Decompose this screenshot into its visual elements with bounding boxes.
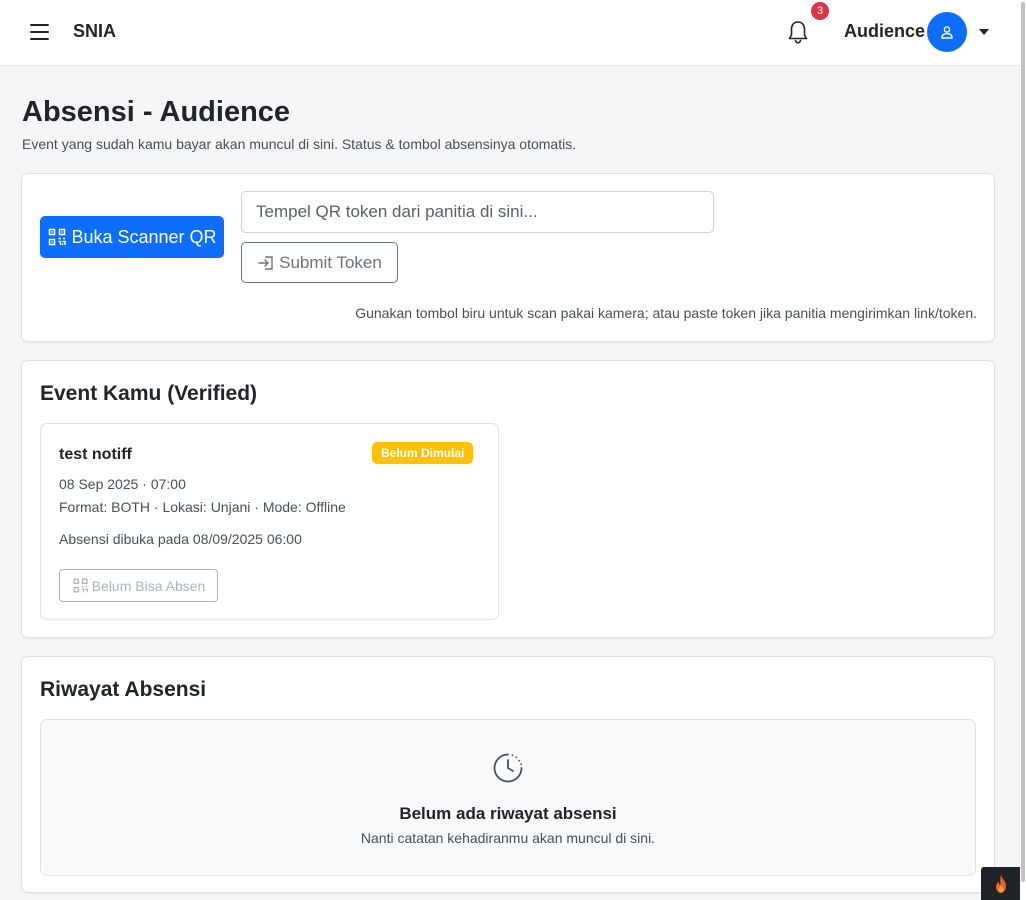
- clock-history-icon: [493, 753, 523, 783]
- submit-token-label: Submit Token: [279, 252, 382, 272]
- events-card: Event Kamu (Verified) test notiff Belum …: [21, 360, 995, 638]
- scanner-card: Buka Scanner QR Submit Token Gunakan tom…: [21, 173, 995, 342]
- empty-state-title: Belum ada riwayat absensi: [399, 804, 617, 823]
- login-icon: [258, 255, 273, 270]
- scrollbar[interactable]: [1020, 0, 1026, 900]
- scanner-hint: Gunakan tombol biru untuk scan pakai kam…: [355, 305, 977, 321]
- event-details: Format: BOTH · Lokasi: Unjani · Mode: Of…: [59, 499, 346, 515]
- submit-token-button[interactable]: Submit Token: [241, 242, 398, 283]
- flame-icon: [995, 874, 1006, 893]
- user-name[interactable]: Audience: [844, 21, 925, 42]
- notification-badge: 3: [811, 2, 829, 20]
- status-badge: Belum Dimulai: [372, 442, 474, 464]
- qr-scan-icon: [73, 578, 88, 593]
- open-scanner-label: Buka Scanner QR: [71, 226, 217, 247]
- history-card: Riwayat Absensi Belum ada riwayat absens…: [21, 656, 995, 893]
- event-opens-at: Absensi dibuka pada 08/09/2025 06:00: [59, 531, 302, 547]
- event-datetime: 08 Sep 2025 · 07:00: [59, 476, 186, 492]
- qr-scan-icon: [49, 228, 67, 246]
- event-name: test notiff: [59, 446, 132, 463]
- attend-button-label: Belum Bisa Absen: [91, 577, 206, 594]
- history-empty-state: Belum ada riwayat absensi Nanti catatan …: [40, 719, 976, 876]
- bell-icon[interactable]: [786, 19, 810, 45]
- devtools-toggle[interactable]: [981, 867, 1020, 900]
- empty-state-subtitle: Nanti catatan kehadiranmu akan muncul di…: [360, 830, 656, 846]
- events-section-title: Event Kamu (Verified): [40, 382, 258, 405]
- page-title: Absensi - Audience: [22, 96, 291, 128]
- caret-down-icon[interactable]: [979, 29, 989, 35]
- top-navbar: SNIA 3 Audience: [0, 0, 1020, 66]
- event-item: test notiff Belum Dimulai 08 Sep 2025 · …: [40, 423, 499, 620]
- avatar[interactable]: [927, 12, 967, 52]
- brand-logo[interactable]: SNIA: [73, 21, 116, 42]
- user-icon: [941, 26, 953, 39]
- attend-button-disabled[interactable]: Belum Bisa Absen: [59, 569, 218, 602]
- token-input[interactable]: [241, 191, 714, 233]
- page-subtitle: Event yang sudah kamu bayar akan muncul …: [22, 136, 577, 152]
- hamburger-icon[interactable]: [30, 24, 49, 40]
- history-section-title: Riwayat Absensi: [40, 678, 207, 701]
- open-scanner-button[interactable]: Buka Scanner QR: [40, 216, 224, 258]
